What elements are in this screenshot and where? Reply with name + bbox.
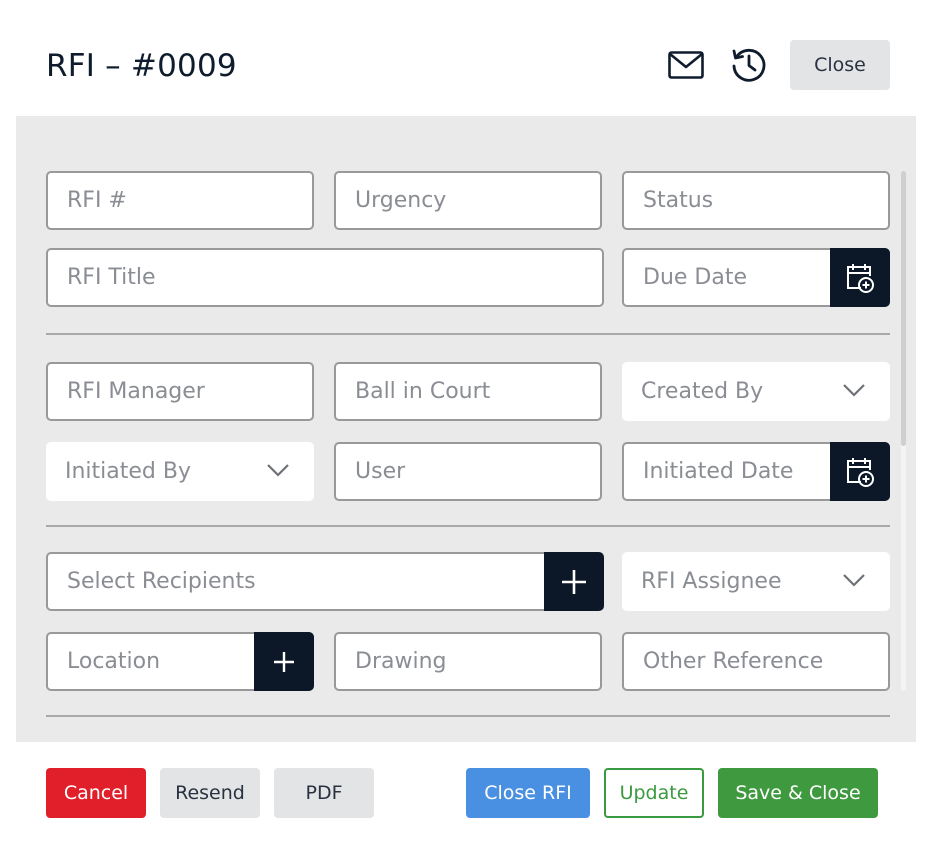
due-date-input[interactable] [622,248,834,307]
location-input[interactable] [46,632,258,691]
add-location-button[interactable] [254,632,314,691]
initiated-date-input[interactable] [622,442,834,501]
rfi-number-input[interactable] [46,171,314,230]
other-reference-input[interactable] [622,632,890,691]
calendar-add-icon [847,263,874,293]
user-input[interactable] [334,442,602,501]
history-clock-icon[interactable] [730,46,767,83]
created-by-select[interactable]: Created By [622,362,890,421]
chevron-down-icon [267,464,289,477]
cancel-button[interactable]: Cancel [46,768,146,818]
section-divider [46,525,890,527]
modal-footer: Cancel Resend PDF Close RFI Update Save … [16,742,916,844]
rfi-manager-input[interactable] [46,362,314,421]
calendar-add-icon [847,457,874,487]
initiated-date-picker-button[interactable] [830,442,890,501]
rfi-assignee-label: RFI Assignee [641,569,782,594]
rfi-title-input[interactable] [46,248,604,307]
created-by-label: Created By [641,379,764,404]
resend-button[interactable]: Resend [160,768,260,818]
urgency-input[interactable] [334,171,602,230]
section-divider [46,333,890,335]
scrollbar-thumb[interactable] [901,171,906,446]
form-scrollbar[interactable] [901,171,906,691]
plus-icon [562,569,586,594]
initiated-by-select[interactable]: Initiated By [46,442,314,501]
plus-icon [274,651,294,672]
save-and-close-button[interactable]: Save & Close [718,768,878,818]
envelope-icon[interactable] [668,51,704,79]
add-recipient-button[interactable] [544,552,604,611]
rfi-assignee-select[interactable]: RFI Assignee [622,552,890,611]
page-title: RFI – #0009 [46,48,237,84]
chevron-down-icon [843,384,865,397]
pdf-button[interactable]: PDF [274,768,374,818]
drawing-input[interactable] [334,632,602,691]
update-button[interactable]: Update [604,768,704,818]
modal-header: RFI – #0009 Close [16,16,916,116]
initiated-by-label: Initiated By [65,459,191,484]
form-panel: Created By Initiated By [16,116,916,742]
due-date-picker-button[interactable] [830,248,890,307]
section-divider [46,715,890,717]
close-button[interactable]: Close [790,40,890,90]
select-recipients-input[interactable] [46,552,548,611]
rfi-modal: RFI – #0009 Close RFI # Urgency Status R… [16,16,916,844]
chevron-down-icon [843,574,865,587]
status-input[interactable] [622,171,890,230]
close-rfi-button[interactable]: Close RFI [466,768,590,818]
ball-in-court-input[interactable] [334,362,602,421]
